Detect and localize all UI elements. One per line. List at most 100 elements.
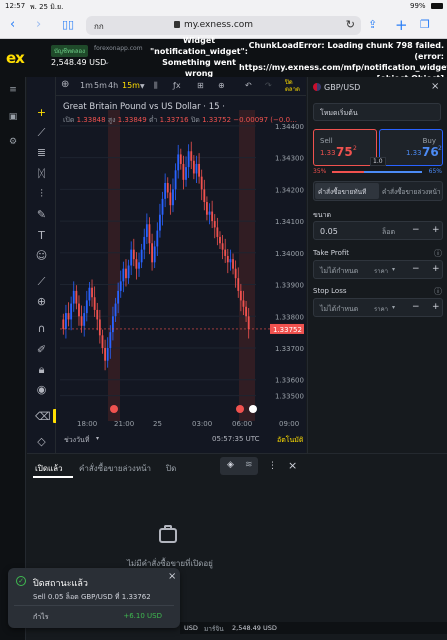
tab-pending-order[interactable]: คำสั่งซื้อขายล่วงหน้า [382, 187, 441, 197]
eye-toggle-icon[interactable]: ◈ [227, 460, 234, 470]
tab-market-order[interactable]: คำสั่งซื้อขายทันที [318, 187, 366, 197]
new-tab-icon[interactable]: + [395, 17, 408, 33]
magnet-icon[interactable]: ∩ [35, 322, 48, 335]
stop-loss-value[interactable]: ไม่ได้กำหนด [320, 304, 358, 315]
back-icon[interactable]: ‹ [10, 17, 15, 33]
more-options-icon[interactable]: ⋮ [268, 461, 277, 471]
zoom-icon[interactable]: ⊕ [35, 295, 48, 308]
tf-15m[interactable]: 15m [122, 81, 140, 90]
x-tick-label: 21:00 [114, 420, 134, 428]
buy-button[interactable]: Buy 1.33 76 2 [379, 129, 443, 166]
calendar-icon[interactable]: ▣ [8, 112, 18, 122]
volume-decrease-button[interactable]: − [412, 225, 420, 235]
drawing-toolbar: + ⟋ ≣ ᛞ ⫶ ✎ T ☺ ⟋ ⊕ ∩ ✐ 🔒︎ ◉ ⌫ ◇ [27, 77, 56, 453]
candle-body [148, 224, 151, 244]
stop-loss-unit-chevron-icon[interactable]: ▾ [392, 304, 395, 311]
close-panel-icon[interactable]: × [431, 81, 439, 92]
reload-icon[interactable]: ↻ [346, 18, 355, 31]
take-profit-decrease-button[interactable]: − [412, 264, 420, 274]
settings-icon[interactable]: ⚙ [8, 137, 18, 147]
close-panel-icon[interactable]: × [288, 459, 297, 472]
take-profit-unit-chevron-icon[interactable]: ▾ [392, 266, 395, 273]
y-tick-label: 1.33900 [275, 282, 304, 290]
undo-icon[interactable]: ↶ [245, 81, 252, 90]
ios-time: 12:57 [5, 2, 26, 10]
brush-icon[interactable]: ✎ [35, 208, 48, 221]
tf-1m[interactable]: 1m [80, 81, 93, 90]
crosshair-icon[interactable]: + [35, 106, 48, 119]
address-bar[interactable]: กก my.exness.com ↻ [86, 16, 361, 35]
take-profit-info-icon[interactable]: ⓘ [434, 248, 442, 259]
reader-aa[interactable]: กก [94, 20, 104, 33]
ruler-icon[interactable]: ⟋ [35, 275, 48, 288]
utc-clock[interactable]: 05:57:35 UTC [212, 435, 260, 443]
text-icon[interactable]: T [35, 229, 48, 242]
account-balance[interactable]: 2,548.49 USD [51, 58, 106, 67]
toast-profit-label: กำไร [33, 613, 49, 621]
economic-event-marker [110, 405, 118, 413]
fib-icon[interactable]: ⫶ [35, 187, 48, 200]
take-profit-value[interactable]: ไม่ได้กำหนด [320, 266, 358, 277]
tab-closed[interactable]: ปิด [166, 462, 176, 475]
candle-body [112, 316, 114, 333]
add-symbol-icon[interactable]: ⊕ [61, 79, 69, 90]
stop-loss-info-icon[interactable]: ⓘ [434, 286, 442, 297]
candle-body [179, 154, 182, 164]
auto-scale-toggle[interactable]: อัตโนมัติ [277, 435, 303, 446]
compare-icon[interactable]: ⊕ [218, 81, 225, 90]
volume-increase-button[interactable]: + [432, 225, 440, 235]
exness-logo[interactable]: ex [6, 49, 25, 67]
eye-icon[interactable]: ◉ [35, 383, 48, 396]
tf-5m[interactable]: 5m [94, 81, 107, 90]
tabs-icon[interactable]: ❐ [420, 17, 430, 33]
bookmarks-icon[interactable]: ▯▯ [62, 17, 74, 33]
pattern-icon[interactable]: ᛞ [35, 167, 48, 180]
position-closed-toast: ✓ ปิดสถานะแล้ว × Sell 0.05 ล็อต GBP/USD … [8, 568, 180, 628]
y-tick-label: 1.34300 [275, 155, 304, 163]
tab-open-positions[interactable]: เปิดแล้ว [35, 462, 63, 475]
take-profit-increase-button[interactable]: + [432, 264, 440, 274]
date-range-label[interactable]: ช่วงวันที่ [64, 435, 89, 446]
chart-type-icon[interactable]: ⫼ [154, 81, 158, 91]
date-range-chevron-icon[interactable]: ▾ [96, 435, 99, 442]
lock-drawings-icon[interactable]: ✐ [35, 343, 48, 356]
volume-field[interactable]: 0.05 ล็อต − + [313, 221, 443, 240]
candle-body [247, 316, 250, 329]
stop-loss-decrease-button[interactable]: − [412, 302, 420, 312]
chevron-down-icon[interactable]: ⌄ [104, 58, 110, 66]
indicators-icon[interactable]: ƒx [173, 81, 181, 90]
x-tick-label: 09:00 [279, 420, 299, 428]
mode-select[interactable]: โหมดเริ่มต้น [313, 103, 441, 121]
candlestick-chart-svg[interactable]: 1.344001.343001.342001.341001.340001.339… [56, 96, 306, 453]
tab-pending-orders[interactable]: คำสั่งซื้อขายล่วงหน้า [79, 462, 151, 475]
parallel-channel-icon[interactable]: ≣ [35, 146, 48, 159]
volume-value[interactable]: 0.05 [320, 227, 338, 236]
lock-icon[interactable]: 🔒︎ [35, 363, 48, 376]
stop-loss-label: Stop Loss [313, 287, 347, 295]
take-profit-unit[interactable]: ราคา [374, 266, 388, 276]
stop-loss-field[interactable]: ไม่ได้กำหนด ราคา ▾ − + [313, 298, 443, 317]
stop-loss-unit[interactable]: ราคา [374, 304, 388, 314]
layout-icon[interactable]: ⊞ [197, 81, 204, 90]
menu-icon[interactable]: ≡ [8, 85, 18, 95]
toast-close-icon[interactable]: × [168, 571, 176, 582]
take-profit-field[interactable]: ไม่ได้กำหนด ราคา ▾ − + [313, 260, 443, 279]
url-text[interactable]: my.exness.com [184, 20, 253, 30]
object-tree-icon[interactable]: ◇ [35, 435, 48, 448]
trade-panel: GBP/USD × โหมดเริ่มต้น Sell 1.33 75 2 Bu… [307, 77, 447, 453]
tf-4h[interactable]: 4h [108, 81, 118, 90]
ohlc-low: 1.33716 [159, 116, 189, 124]
price-chart[interactable]: 1.34400 1.34300 1.34200 1.34100 1.34000 1.339… [56, 96, 306, 453]
share-icon[interactable]: ⇪ [368, 17, 377, 33]
trade-symbol: GBP/USD [324, 83, 361, 92]
tf-dropdown-icon[interactable]: ▼ [140, 83, 145, 90]
emoji-icon[interactable]: ☺ [35, 249, 48, 262]
sell-button[interactable]: Sell 1.33 75 2 [313, 129, 377, 166]
layers-icon[interactable]: ≋ [245, 460, 253, 470]
forward-icon[interactable]: › [36, 17, 41, 33]
stop-loss-increase-button[interactable]: + [432, 302, 440, 312]
redo-icon[interactable]: ↷ [265, 81, 272, 90]
candle-body [70, 303, 73, 320]
trend-line-icon[interactable]: ⟋ [35, 126, 48, 139]
trash-icon[interactable]: ⌫ [35, 410, 51, 423]
